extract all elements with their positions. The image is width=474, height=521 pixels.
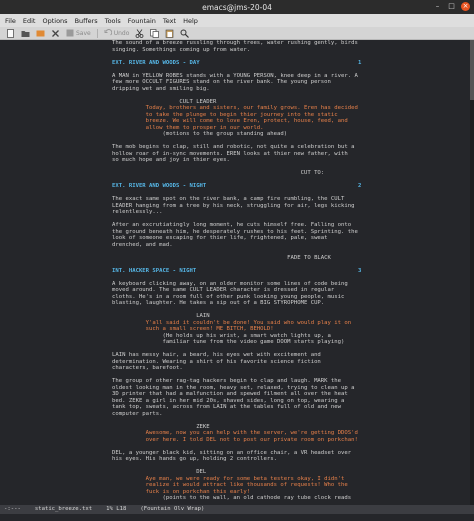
- buffer-text[interactable]: The sound of a breeze russling through t…: [112, 40, 367, 502]
- script-line: The mob begins to clap, still and roboti…: [112, 144, 355, 150]
- scrollbar-thumb[interactable]: [470, 40, 474, 100]
- window-controls: – □ ×: [433, 2, 470, 11]
- menu-edit[interactable]: Edit: [23, 17, 36, 25]
- search-icon[interactable]: [180, 29, 190, 38]
- editor-area[interactable]: The sound of a breeze russling through t…: [0, 40, 474, 505]
- script-line: The group of other rag-tag hackers begin…: [112, 378, 342, 384]
- scene-number: 1: [358, 59, 362, 66]
- toolbar-separator: [96, 28, 98, 38]
- script-line: FADE TO BLACK: [112, 254, 331, 261]
- modeline-buffer-name: static_breeze.txt: [34, 506, 93, 512]
- dialogue-line: realize it would attract like thousands …: [112, 482, 348, 488]
- menu-buffers[interactable]: Buffers: [75, 17, 98, 25]
- new-file-icon[interactable]: [6, 28, 15, 38]
- mode-line: -:--- static_breeze.txt 1% L18 (Fountain…: [0, 505, 474, 514]
- close-icon[interactable]: ×: [461, 2, 470, 11]
- modeline-position: 1% L18: [106, 506, 127, 512]
- save-icon: [66, 29, 74, 37]
- window-title: emacs@jms-20-04: [202, 2, 272, 12]
- script-line: few more OCCULT FIGURES stand on the riv…: [112, 79, 331, 85]
- minimize-icon[interactable]: –: [433, 2, 442, 11]
- menu-text[interactable]: Text: [163, 17, 176, 25]
- dialogue-line: breeze. We will come to love Eren, prote…: [112, 118, 348, 124]
- scene-number: 3: [358, 267, 362, 274]
- cut-icon[interactable]: [135, 28, 144, 38]
- menu-file[interactable]: File: [5, 17, 16, 25]
- script-line: After an excrutiatingly long moment, he …: [112, 222, 352, 228]
- script-line: (points to the wall, an old cathode ray …: [112, 495, 352, 501]
- menu-bar: File Edit Options Buffers Tools Fountain…: [0, 14, 474, 27]
- maximize-icon[interactable]: □: [447, 2, 456, 11]
- scrollbar[interactable]: [470, 40, 474, 505]
- script-line: moved around. The same CULT LEADER chara…: [112, 287, 335, 293]
- echo-area[interactable]: [0, 514, 474, 521]
- toolbar: Save Undo: [0, 27, 474, 40]
- undo-label: Undo: [113, 29, 130, 37]
- menu-options[interactable]: Options: [42, 17, 67, 25]
- script-line: 3D printer that had a malfunction and sp…: [112, 391, 348, 397]
- title-bar: emacs@jms-20-04 – □ ×: [0, 0, 474, 14]
- emacs-window: emacs@jms-20-04 – □ × File Edit Options …: [0, 0, 474, 521]
- save-button[interactable]: Save: [66, 29, 91, 37]
- script-line: The sound of a breeze russling through t…: [112, 40, 358, 46]
- dialogue-line: Today, brothers and sisters, our family …: [112, 105, 358, 111]
- script-line: familiar tune from the video game DOOM s…: [112, 339, 345, 345]
- modeline-modes: (Fountain Olv Wrap): [140, 506, 205, 512]
- dialogue-line: over here. I told DEL not to post our pr…: [112, 436, 358, 443]
- scene-number: 2: [358, 183, 362, 189]
- dialogue-line: Awesome, now you can help with the serve…: [112, 430, 358, 436]
- menu-help[interactable]: Help: [183, 17, 198, 25]
- undo-icon: [104, 29, 112, 36]
- save-label: Save: [76, 29, 91, 37]
- modeline-state: -:---: [4, 506, 21, 512]
- menu-tools[interactable]: Tools: [105, 17, 121, 25]
- menu-fountain[interactable]: Fountain: [128, 17, 156, 25]
- open-directory-icon[interactable]: [36, 29, 45, 38]
- close-buffer-icon[interactable]: [51, 29, 60, 38]
- copy-icon[interactable]: [150, 28, 160, 38]
- paste-icon[interactable]: [165, 29, 174, 38]
- script-line: The exact same spot on the river bank, a…: [112, 196, 345, 202]
- undo-button[interactable]: Undo: [104, 29, 130, 37]
- script-line: tank top, sweats, across from LAIN at th…: [112, 404, 342, 410]
- open-folder-icon[interactable]: [21, 29, 30, 38]
